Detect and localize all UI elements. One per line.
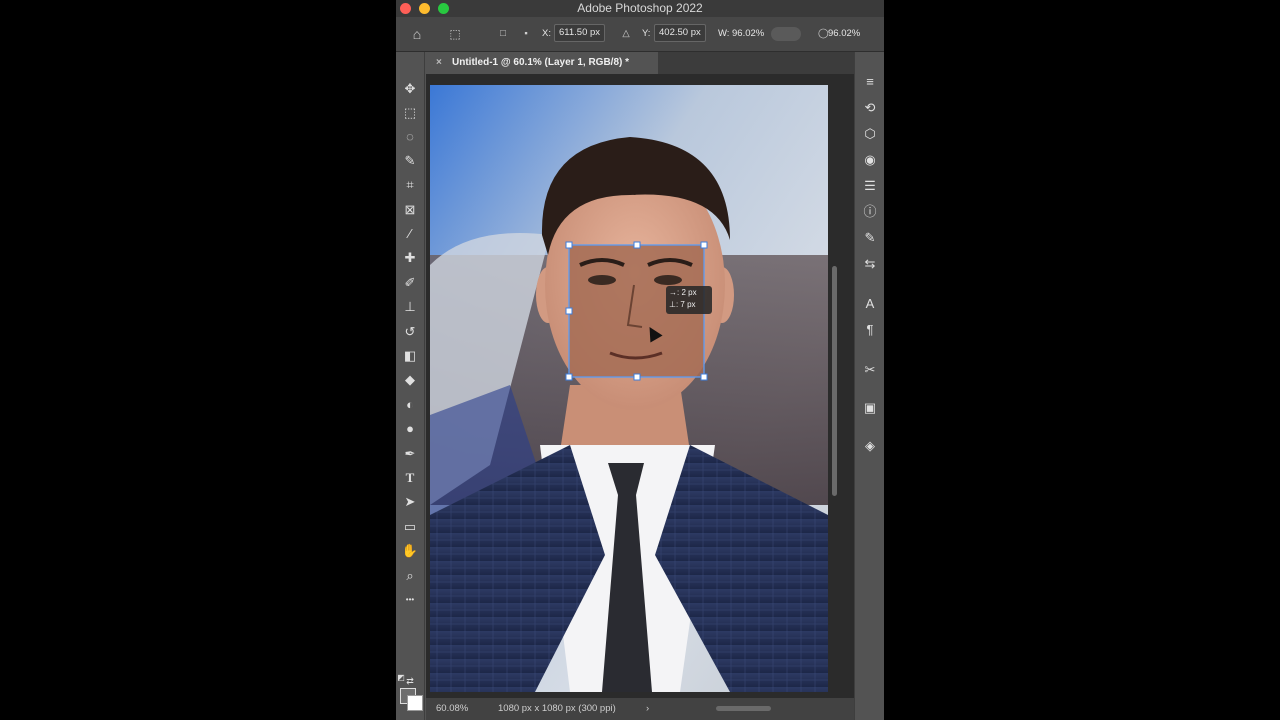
- photo-image: [430, 85, 828, 692]
- quick-select-tool-icon[interactable]: ✎: [400, 151, 420, 171]
- document-canvas[interactable]: [430, 85, 828, 692]
- document-tab-bar: × Untitled-1 @ 60.1% (Layer 1, RGB/8) *: [426, 52, 854, 74]
- rotate-field[interactable]: 96.02%: [828, 17, 860, 51]
- blur-tool-icon[interactable]: ◐: [400, 395, 420, 415]
- reference-point-icon[interactable]: ▪: [520, 17, 532, 51]
- w-field[interactable]: 96.02%: [732, 17, 764, 51]
- zoom-window-button[interactable]: [438, 3, 449, 14]
- app-title: Adobe Photoshop 2022: [577, 1, 703, 15]
- transform-preset-icon[interactable]: ⬚: [446, 17, 464, 51]
- healing-brush-tool-icon[interactable]: ✚: [400, 248, 420, 268]
- home-icon[interactable]: ⌂: [409, 17, 425, 51]
- default-colors-icon[interactable]: ◩: [396, 668, 406, 688]
- lasso-tool-icon[interactable]: ◌: [400, 127, 420, 147]
- path-select-tool-icon[interactable]: ➤: [400, 492, 420, 512]
- pen-tool-icon[interactable]: ✒: [400, 444, 420, 464]
- marquee-tool-icon[interactable]: ⬚: [400, 103, 420, 123]
- photoshop-window: Adobe Photoshop 2022 ⌂ ⬚ □ ▪ X: 611.50 p…: [396, 0, 884, 720]
- character-panel-icon[interactable]: A: [860, 294, 880, 314]
- screen-mode-icon[interactable]: [400, 696, 420, 716]
- crop-tool-icon[interactable]: ⌗: [400, 175, 420, 195]
- properties-panel-icon[interactable]: ≡: [860, 72, 880, 92]
- clone-stamp-tool-icon[interactable]: ⊥: [400, 297, 420, 317]
- options-bar: ⌂ ⬚ □ ▪ X: 611.50 px △ Y: 402.50 px W: 9…: [396, 17, 884, 52]
- transform-readout-dx: →: 2 px: [669, 288, 697, 297]
- w-label: W:: [718, 28, 730, 39]
- 3d-panel-icon[interactable]: ⬡: [860, 124, 880, 144]
- vertical-scrollbar[interactable]: [832, 266, 837, 496]
- zoom-tool-icon[interactable]: ⌕: [400, 566, 420, 586]
- info-panel-icon[interactable]: ⓘ: [860, 202, 880, 222]
- history-brush-tool-icon[interactable]: ↺: [400, 322, 420, 342]
- frame-tool-icon[interactable]: ⊠: [400, 200, 420, 220]
- title-bar: Adobe Photoshop 2022: [396, 0, 884, 17]
- zoom-level[interactable]: 60.08%: [436, 698, 468, 720]
- x-label: X:: [542, 28, 551, 39]
- status-bar: 60.08% 1080 px x 1080 px (300 ppi) ›: [426, 698, 854, 720]
- document-tab-title: Untitled-1 @ 60.1% (Layer 1, RGB/8) *: [452, 57, 630, 68]
- y-label: Y:: [642, 28, 651, 39]
- horizontal-scrollbar[interactable]: [716, 706, 771, 711]
- paths-panel-icon[interactable]: ⇆: [860, 254, 880, 274]
- adjustments-panel-icon[interactable]: ☰: [860, 176, 880, 196]
- close-tab-icon[interactable]: ×: [436, 52, 442, 74]
- eyedropper-tool-icon[interactable]: ⁄: [400, 224, 420, 244]
- document-tab[interactable]: × Untitled-1 @ 60.1% (Layer 1, RGB/8) *: [426, 52, 658, 74]
- dodge-tool-icon[interactable]: ●: [400, 419, 420, 439]
- color-panel-icon[interactable]: ◉: [860, 150, 880, 170]
- paint-bucket-tool-icon[interactable]: ◆: [400, 370, 420, 390]
- reference-point-toggle-icon[interactable]: □: [497, 17, 509, 51]
- status-menu-arrow-icon[interactable]: ›: [646, 698, 649, 720]
- eraser-tool-icon[interactable]: ◧: [400, 346, 420, 366]
- paragraph-panel-icon[interactable]: ¶: [860, 320, 880, 340]
- transform-readout-dy: ⊥: 7 px: [669, 300, 696, 309]
- rotate-icon: ◯: [818, 28, 829, 39]
- y-field[interactable]: 402.50 px: [654, 24, 706, 43]
- rectangle-tool-icon[interactable]: ▭: [400, 517, 420, 537]
- hand-tool-icon[interactable]: ✋: [400, 541, 420, 561]
- close-window-button[interactable]: [400, 3, 411, 14]
- history-panel-icon[interactable]: ⟲: [860, 98, 880, 118]
- document-info: 1080 px x 1080 px (300 ppi): [498, 703, 616, 714]
- relative-position-icon[interactable]: △: [620, 17, 632, 51]
- brush-tool-icon[interactable]: ✐: [400, 273, 420, 293]
- more-tools-icon[interactable]: •••: [400, 590, 420, 610]
- brush-settings-panel-icon[interactable]: ✎: [860, 228, 880, 248]
- type-tool-icon[interactable]: T: [400, 468, 420, 488]
- layers-panel-icon[interactable]: ◈: [860, 436, 880, 456]
- panel-dock: ≡ ⟲ ⬡ ◉ ☰ ⓘ ✎ ⇆ A ¶ ✂ ▣ ◈: [854, 52, 884, 720]
- libraries-panel-icon[interactable]: ▣: [860, 398, 880, 418]
- x-field[interactable]: 611.50 px: [554, 24, 606, 43]
- link-aspect-ratio-icon[interactable]: [771, 27, 801, 41]
- move-tool-icon[interactable]: ✥: [400, 79, 420, 99]
- minimize-window-button[interactable]: [419, 3, 430, 14]
- transform-readout: →: 2 px ⊥: 7 px: [666, 286, 712, 314]
- tool-presets-panel-icon[interactable]: ✂: [860, 360, 880, 380]
- tools-panel: ✥⬚◌✎⌗⊠⁄✚✐⊥↺◧◆◐●✒T➤▭✋⌕••• ⇄ ◩ ◎: [396, 52, 425, 720]
